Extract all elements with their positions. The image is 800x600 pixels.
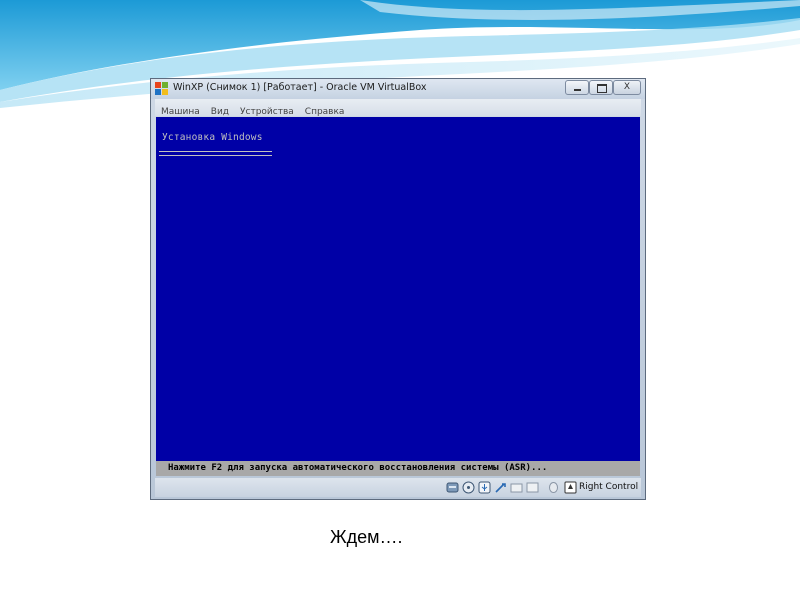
minimize-button[interactable] xyxy=(565,80,589,95)
menu-bar: Машина Вид Устройства Справка xyxy=(155,99,641,117)
menu-help[interactable]: Справка xyxy=(299,104,350,117)
slide-caption: Ждем…. xyxy=(330,527,403,547)
maximize-icon xyxy=(597,84,607,93)
setup-status-line: Нажмите F2 для запуска автоматического в… xyxy=(156,461,640,476)
setup-title: Установка Windows xyxy=(162,132,263,143)
menu-machine[interactable]: Машина xyxy=(155,104,205,117)
optical-drive-icon[interactable] xyxy=(462,481,475,494)
hard-disk-icon[interactable] xyxy=(446,481,459,494)
host-key-icon xyxy=(564,481,577,494)
virtualbox-app-icon xyxy=(155,82,168,95)
maximize-button[interactable] xyxy=(589,80,613,95)
presentation-slide: WinXP (Снимок 1) [Работает] - Oracle VM … xyxy=(0,0,800,600)
window-titlebar[interactable]: WinXP (Снимок 1) [Работает] - Oracle VM … xyxy=(151,79,645,99)
asr-prompt: Нажмите F2 для запуска автоматического в… xyxy=(168,463,548,473)
mouse-integration-icon[interactable] xyxy=(547,481,560,494)
menu-devices[interactable]: Устройства xyxy=(234,104,299,117)
title-underline xyxy=(159,151,272,156)
host-key-label[interactable]: Right Control xyxy=(579,482,638,492)
capture-icon[interactable] xyxy=(526,481,539,494)
usb-icon[interactable] xyxy=(478,481,491,494)
vm-statusbar: Right Control xyxy=(155,478,641,497)
shared-folders-icon[interactable] xyxy=(510,481,523,494)
close-button[interactable]: X xyxy=(613,80,641,95)
vm-display[interactable]: Установка Windows xyxy=(156,117,640,461)
menu-view[interactable]: Вид xyxy=(205,104,234,117)
window-title: WinXP (Снимок 1) [Работает] - Oracle VM … xyxy=(173,82,427,93)
network-icon[interactable] xyxy=(494,481,507,494)
minimize-icon xyxy=(574,89,581,91)
close-icon: X xyxy=(623,82,631,92)
virtualbox-window: WinXP (Снимок 1) [Работает] - Oracle VM … xyxy=(150,78,646,500)
